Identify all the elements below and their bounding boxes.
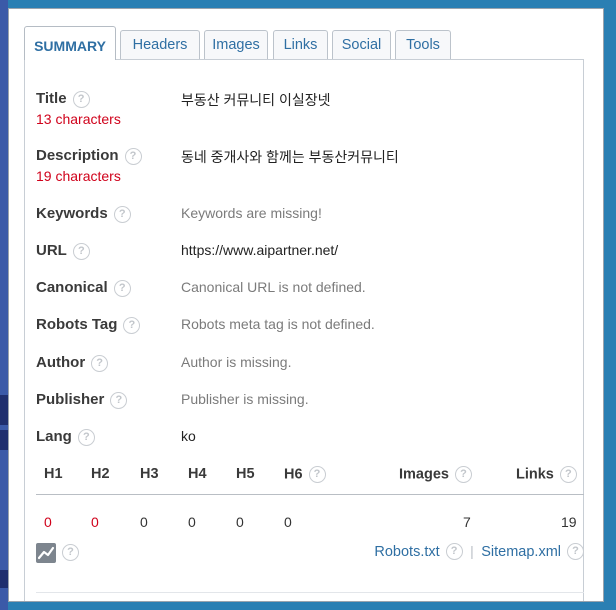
help-icon[interactable]: ?: [77, 428, 95, 446]
help-icon[interactable]: ?: [567, 543, 584, 561]
links-count: 19: [561, 514, 577, 530]
tab-links[interactable]: Links: [273, 30, 328, 59]
images-header: Images: [399, 466, 449, 483]
h2-count: 0: [91, 514, 99, 530]
chart-icon[interactable]: [36, 543, 56, 568]
keywords-label: Keywords: [36, 205, 108, 222]
author-label: Author: [36, 354, 86, 371]
footer-divider: [36, 592, 584, 593]
h5-header: H5: [236, 466, 255, 482]
tab-bar: SUMMARY Headers Images Links Social Tool…: [24, 26, 584, 60]
tab-social[interactable]: Social: [332, 30, 391, 59]
background-window-edge: [0, 0, 8, 610]
help-icon[interactable]: ?: [454, 466, 472, 483]
help-icon[interactable]: ?: [559, 466, 577, 483]
links-header: Links: [516, 466, 554, 483]
description-char-count: 19 characters: [36, 168, 121, 184]
robots-txt-link[interactable]: Robots.txt: [374, 544, 439, 560]
help-icon[interactable]: ?: [113, 205, 131, 223]
panel-footer: ? Robots.txt? | Sitemap.xml?: [36, 543, 584, 568]
help-icon[interactable]: ?: [123, 316, 141, 334]
h4-header: H4: [188, 466, 207, 482]
description-label: Description: [36, 147, 119, 164]
help-icon[interactable]: ?: [62, 544, 79, 561]
canonical-value: Canonical URL is not defined.: [181, 279, 366, 295]
images-count: 7: [463, 514, 471, 530]
h1-header: H1: [44, 466, 63, 482]
robots-tag-label: Robots Tag: [36, 316, 118, 333]
h6-header: H6: [284, 466, 303, 483]
help-icon[interactable]: ?: [72, 242, 90, 260]
help-icon[interactable]: ?: [91, 354, 109, 372]
stats-table: H1 H2 H3 H4 H5 H6? Images? Links? 0 0 0 …: [36, 466, 584, 530]
tab-images[interactable]: Images: [204, 30, 268, 59]
h1-count: 0: [44, 514, 52, 530]
summary-panel: Title? 13 characters 부동산 커뮤니티 이실장넷 Descr…: [24, 59, 584, 601]
help-icon[interactable]: ?: [124, 147, 142, 165]
help-icon[interactable]: ?: [113, 279, 131, 297]
publisher-value: Publisher is missing.: [181, 391, 309, 407]
seo-meta-popup: SUMMARY Headers Images Links Social Tool…: [8, 8, 604, 602]
title-char-count: 13 characters: [36, 111, 121, 127]
tab-summary[interactable]: SUMMARY: [24, 26, 116, 60]
help-icon[interactable]: ?: [445, 543, 463, 561]
sitemap-xml-link[interactable]: Sitemap.xml: [481, 544, 561, 560]
title-label: Title: [36, 90, 67, 107]
title-value: 부동산 커뮤니티 이실장넷: [181, 92, 331, 108]
tab-headers[interactable]: Headers: [120, 30, 200, 59]
keywords-value: Keywords are missing!: [181, 205, 322, 221]
h3-count: 0: [140, 514, 148, 530]
lang-label: Lang: [36, 428, 72, 445]
footer-separator: |: [470, 543, 474, 559]
help-icon[interactable]: ?: [72, 90, 90, 108]
h5-count: 0: [236, 514, 244, 530]
table-divider: [36, 494, 584, 495]
author-value: Author is missing.: [181, 354, 292, 370]
lang-value: ko: [181, 428, 196, 444]
h2-header: H2: [91, 466, 110, 482]
h6-count: 0: [284, 514, 292, 530]
h3-header: H3: [140, 466, 159, 482]
url-value: https://www.aipartner.net/: [181, 242, 339, 258]
tab-tools[interactable]: Tools: [395, 30, 451, 59]
canonical-label: Canonical: [36, 279, 108, 296]
help-icon[interactable]: ?: [308, 466, 326, 483]
help-icon[interactable]: ?: [110, 391, 128, 409]
publisher-label: Publisher: [36, 391, 105, 408]
robots-tag-value: Robots meta tag is not defined.: [181, 316, 375, 332]
h4-count: 0: [188, 514, 196, 530]
url-label: URL: [36, 242, 67, 259]
description-value: 동네 중개사와 함께는 부동산커뮤니티: [181, 149, 399, 165]
